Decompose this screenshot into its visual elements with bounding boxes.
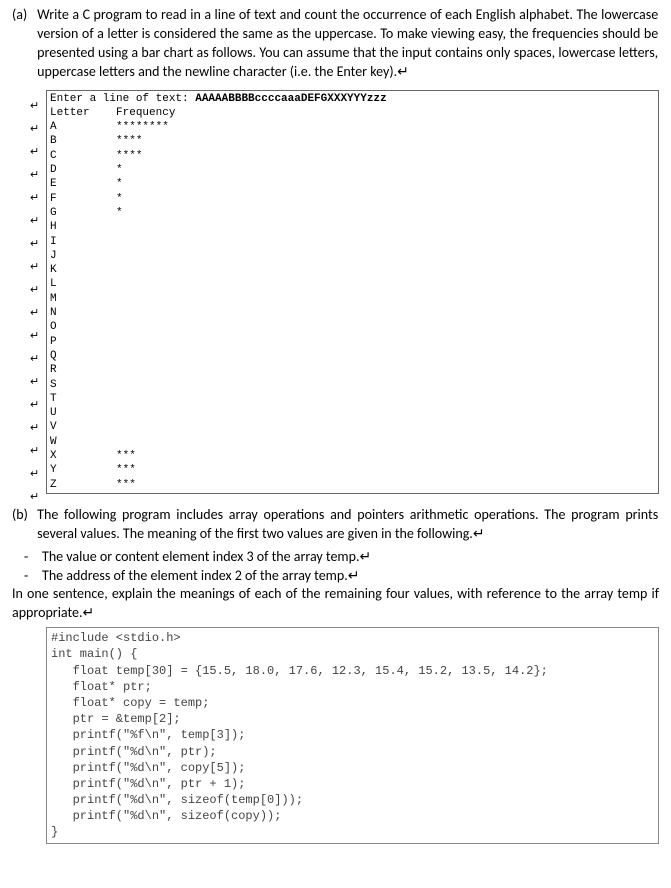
- output-letter-row: H: [50, 220, 655, 234]
- part-b-closing: In one sentence, explain the meanings of…: [12, 585, 659, 623]
- paragraph-mark-icon: ↵: [30, 487, 39, 506]
- code-line: printf("%d\n", ptr + 1);: [51, 776, 654, 792]
- code-line: float* copy = temp;: [51, 695, 654, 711]
- output-letter-row: N: [50, 306, 655, 320]
- output-letter-row: D *: [50, 163, 655, 177]
- paragraph-mark-icon: ↵: [30, 96, 39, 115]
- output-letter-row: Z ***: [50, 478, 655, 492]
- output-header-line: Letter Frequency: [50, 106, 655, 120]
- output-letter-row: U: [50, 406, 655, 420]
- part-a-text: Write a C program to read in a line of t…: [37, 6, 658, 82]
- output-letter-row: J: [50, 249, 655, 263]
- output-letter-row: W: [50, 435, 655, 449]
- code-line: ptr = &temp[2];: [51, 711, 654, 727]
- output-letter-row: K: [50, 263, 655, 277]
- code-line: printf("%d\n", sizeof(temp[0]));: [51, 792, 654, 808]
- paragraph-mark-icon: ↵: [30, 257, 39, 276]
- paragraph-mark-icon: ↵: [30, 303, 39, 322]
- part-b-label: (b): [12, 506, 34, 525]
- output-letter-row: R: [50, 363, 655, 377]
- part-b-bullets: -The value or content element index 3 of…: [24, 548, 659, 586]
- output-letter-row: S: [50, 378, 655, 392]
- code-line: printf("%d\n", copy[5]);: [51, 760, 654, 776]
- code-line: float temp[30] = {15.5, 18.0, 17.6, 12.3…: [51, 663, 654, 679]
- output-letter-row: F *: [50, 192, 655, 206]
- output-letter-row: A ********: [50, 120, 655, 134]
- paragraph-mark-icon: ↵: [30, 326, 39, 345]
- bullet-2: -The address of the element index 2 of t…: [24, 567, 659, 586]
- paragraph-mark-icon: ↵: [30, 418, 39, 437]
- code-line: printf("%d\n", ptr);: [51, 744, 654, 760]
- output-letter-row: C ****: [50, 149, 655, 163]
- paragraph-marks-column: ↵ ↵ ↵ ↵ ↵ ↵ ↵ ↵ ↵ ↵ ↵ ↵ ↵ ↵ ↵ ↵ ↵ ↵: [30, 90, 39, 506]
- paragraph-mark-icon: ↵: [30, 280, 39, 299]
- part-a-paragraph: (a) Write a C program to read in a line …: [12, 6, 659, 82]
- code-line: printf("%f\n", temp[3]);: [51, 727, 654, 743]
- output-letter-row: G *: [50, 206, 655, 220]
- code-line: int main() {: [51, 646, 654, 662]
- output-letter-row: I: [50, 235, 655, 249]
- part-a-label: (a): [12, 6, 34, 25]
- output-box-a: Enter a line of text: AAAAABBBBccccaaaDE…: [46, 90, 659, 494]
- output-prompt-line: Enter a line of text: AAAAABBBBccccaaaDE…: [50, 92, 655, 106]
- output-letter-row: Y ***: [50, 463, 655, 477]
- paragraph-mark-icon: ↵: [30, 142, 39, 161]
- output-letter-row: E *: [50, 177, 655, 191]
- paragraph-mark-icon: ↵: [30, 441, 39, 460]
- paragraph-mark-icon: ↵: [30, 211, 39, 230]
- bullet-1: -The value or content element index 3 of…: [24, 548, 659, 567]
- output-letter-row: B ****: [50, 134, 655, 148]
- output-letter-row: O: [50, 320, 655, 334]
- code-line: #include <stdio.h>: [51, 630, 654, 646]
- output-letter-row: P: [50, 335, 655, 349]
- output-letter-row: V: [50, 420, 655, 434]
- paragraph-mark-icon: ↵: [30, 395, 39, 414]
- part-b-text: The following program includes array ope…: [37, 506, 658, 544]
- output-letter-row: T: [50, 392, 655, 406]
- paragraph-mark-icon: ↵: [30, 464, 39, 483]
- output-letter-row: Q: [50, 349, 655, 363]
- bullet-2-text: The address of the element index 2 of th…: [42, 567, 359, 584]
- paragraph-mark-icon: ↵: [30, 372, 39, 391]
- part-b-paragraph: (b) The following program includes array…: [12, 506, 659, 544]
- paragraph-mark-icon: ↵: [30, 349, 39, 368]
- code-line: float* ptr;: [51, 679, 654, 695]
- code-line: }: [51, 824, 654, 840]
- paragraph-mark-icon: ↵: [30, 188, 39, 207]
- output-letter-row: M: [50, 292, 655, 306]
- paragraph-mark-icon: ↵: [30, 119, 39, 138]
- code-box-b: #include <stdio.h> int main() { float te…: [46, 627, 659, 843]
- bullet-1-text: The value or content element index 3 of …: [42, 548, 371, 565]
- code-line: printf("%d\n", sizeof(copy));: [51, 808, 654, 824]
- paragraph-mark-icon: ↵: [30, 234, 39, 253]
- paragraph-mark-icon: ↵: [30, 165, 39, 184]
- output-letter-row: X ***: [50, 449, 655, 463]
- output-letter-row: L: [50, 277, 655, 291]
